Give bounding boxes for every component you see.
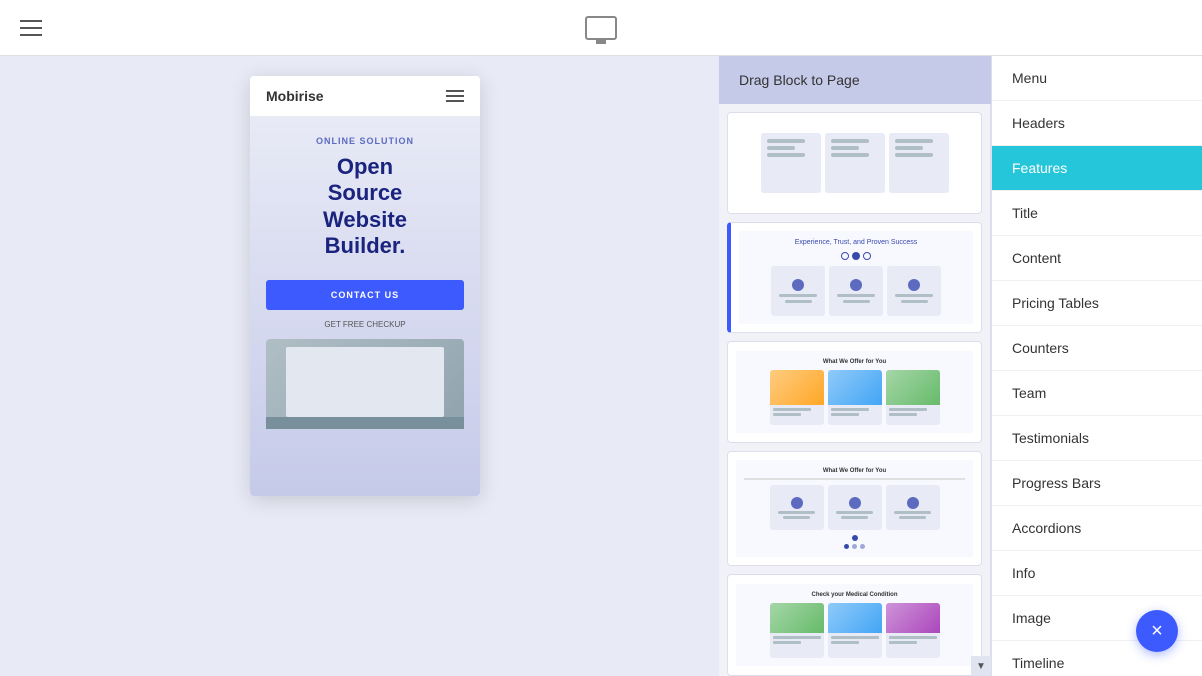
category-item-team[interactable]: Team xyxy=(992,371,1202,416)
block-thumb-cards[interactable] xyxy=(727,112,982,214)
close-button[interactable]: × xyxy=(1136,610,1178,652)
category-item-progress-bars[interactable]: Progress Bars xyxy=(992,461,1202,506)
thumb-person-2 xyxy=(828,370,882,425)
thumb-med-card-3 xyxy=(886,603,940,658)
close-icon: × xyxy=(1151,620,1163,643)
block-thumb-offer[interactable]: What We Offer for You xyxy=(727,451,982,566)
category-item-info[interactable]: Info xyxy=(992,551,1202,596)
thumb-medical-cards xyxy=(744,603,965,658)
mobile-hero-title: Open Source Website Builder. xyxy=(266,154,464,260)
category-item-features[interactable]: Features xyxy=(992,146,1202,191)
block-thumb-people[interactable]: What We Offer for You xyxy=(727,341,982,443)
category-item-counters[interactable]: Counters xyxy=(992,326,1202,371)
category-item-title[interactable]: Title xyxy=(992,191,1202,236)
gallery-scroll-down-button[interactable]: ▼ xyxy=(971,656,991,676)
thumb-feat-card-3 xyxy=(887,266,941,316)
preview-area: Mobirise ONLINE SOLUTION Open Source Web… xyxy=(0,56,719,676)
thumb-feat-card-2 xyxy=(829,266,883,316)
device-preview-button[interactable] xyxy=(585,16,617,40)
thumb-offer-card-3 xyxy=(886,485,940,530)
blocks-gallery-wrapper: Drag Block to Page xyxy=(719,56,991,676)
mobile-laptop-illustration xyxy=(266,339,464,429)
thumb-offer-content: What We Offer for You xyxy=(736,460,973,557)
thumb-person-1 xyxy=(770,370,824,425)
mobile-secondary-link[interactable]: GET FREE CHECKUP xyxy=(266,320,464,329)
thumb-card-2 xyxy=(825,133,885,193)
blocks-gallery: Experience, Trust, and Proven Success xyxy=(719,104,991,676)
right-panel: Drag Block to Page xyxy=(719,56,1202,676)
main-area: Mobirise ONLINE SOLUTION Open Source Web… xyxy=(0,56,1202,676)
hamburger-menu-button[interactable] xyxy=(20,20,42,36)
block-thumb-medical[interactable]: Check your Medical Condition xyxy=(727,574,982,676)
thumb-med-card-2 xyxy=(828,603,882,658)
mobile-hero: ONLINE SOLUTION Open Source Website Buil… xyxy=(250,116,480,496)
mobile-nav-hamburger xyxy=(446,90,464,102)
thumb-features-title: Experience, Trust, and Proven Success xyxy=(747,239,965,246)
top-bar xyxy=(0,0,1202,56)
thumb-medical-title: Check your Medical Condition xyxy=(744,592,965,598)
thumb-person-3 xyxy=(886,370,940,425)
thumb-features-content: Experience, Trust, and Proven Success xyxy=(739,231,973,324)
thumb-people-content: What We Offer for You xyxy=(736,351,973,433)
category-item-pricing-tables[interactable]: Pricing Tables xyxy=(992,281,1202,326)
category-list: MenuHeadersFeaturesTitleContentPricing T… xyxy=(992,56,1202,676)
thumb-medical-content: Check your Medical Condition xyxy=(736,584,973,666)
mobile-cta-button[interactable]: CONTACT US xyxy=(266,280,464,310)
thumb-med-card-1 xyxy=(770,603,824,658)
thumb-people-row xyxy=(744,370,965,425)
thumb-card-3 xyxy=(889,133,949,193)
mobile-hero-subtitle: ONLINE SOLUTION xyxy=(266,136,464,146)
thumb-offer-card-2 xyxy=(828,485,882,530)
category-sidebar: MenuHeadersFeaturesTitleContentPricing T… xyxy=(991,56,1202,676)
category-item-content[interactable]: Content xyxy=(992,236,1202,281)
laptop-base xyxy=(266,417,464,429)
block-thumb-features[interactable]: Experience, Trust, and Proven Success xyxy=(727,222,982,333)
mobile-preview-frame: Mobirise ONLINE SOLUTION Open Source Web… xyxy=(250,76,480,496)
thumb-offer-cards xyxy=(744,485,965,530)
category-item-accordions[interactable]: Accordions xyxy=(992,506,1202,551)
thumb-people-title: What We Offer for You xyxy=(744,359,965,365)
thumb-features-dots xyxy=(747,252,965,260)
category-item-testimonials[interactable]: Testimonials xyxy=(992,416,1202,461)
thumb-features-cards xyxy=(747,266,965,316)
thumb-cards-content xyxy=(761,133,949,193)
thumb-offer-title: What We Offer for You xyxy=(744,468,965,474)
category-item-menu[interactable]: Menu xyxy=(992,56,1202,101)
mobile-nav: Mobirise xyxy=(250,76,480,116)
mobile-brand: Mobirise xyxy=(266,88,324,104)
monitor-icon xyxy=(585,16,617,40)
thumb-card-1 xyxy=(761,133,821,193)
category-item-headers[interactable]: Headers xyxy=(992,101,1202,146)
thumb-feat-card-1 xyxy=(771,266,825,316)
drag-block-header: Drag Block to Page xyxy=(719,56,991,104)
thumb-offer-card-1 xyxy=(770,485,824,530)
laptop-screen xyxy=(286,347,444,417)
